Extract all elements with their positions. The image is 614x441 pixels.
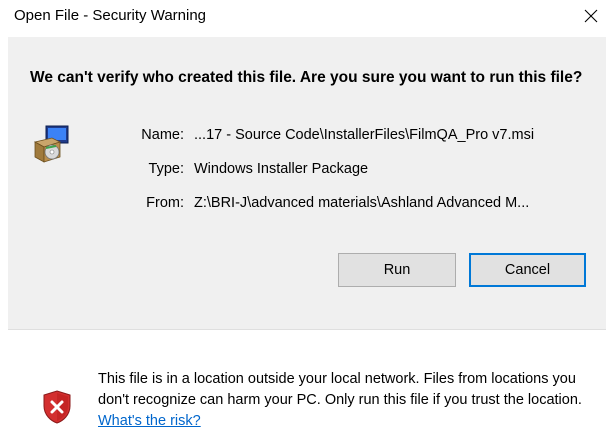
name-value: ...17 - Source Code\InstallerFiles\FilmQ… xyxy=(194,127,535,143)
run-button[interactable]: Run xyxy=(338,253,456,287)
from-label: From: xyxy=(146,195,184,211)
title-bar: Open File - Security Warning xyxy=(0,0,614,36)
content-panel: We can't verify who created this file. A… xyxy=(8,37,606,329)
footer-panel: This file is in a location outside your … xyxy=(8,330,606,441)
close-icon xyxy=(584,9,598,23)
file-name-row: Name: ...17 - Source Code\InstallerFiles… xyxy=(8,127,606,149)
security-warning-message: This file is in a location outside your … xyxy=(98,369,588,432)
file-from-row: From: Z:\BRI-J\advanced materials\Ashlan… xyxy=(8,195,606,217)
close-button[interactable] xyxy=(568,0,614,32)
warning-text: This file is in a location outside your … xyxy=(98,371,582,408)
type-value: Windows Installer Package xyxy=(194,161,369,177)
from-value: Z:\BRI-J\advanced materials\Ashland Adva… xyxy=(194,195,530,211)
cancel-button[interactable]: Cancel xyxy=(469,253,586,287)
shield-warning-icon xyxy=(42,390,72,424)
window-title: Open File - Security Warning xyxy=(14,7,207,24)
type-label: Type: xyxy=(148,161,184,177)
warning-heading: We can't verify who created this file. A… xyxy=(30,69,583,86)
security-warning-dialog: Open File - Security Warning We can't ve… xyxy=(0,0,614,441)
whats-the-risk-link[interactable]: What's the risk? xyxy=(98,413,201,429)
name-label: Name: xyxy=(141,127,184,143)
file-type-row: Type: Windows Installer Package xyxy=(8,161,606,183)
